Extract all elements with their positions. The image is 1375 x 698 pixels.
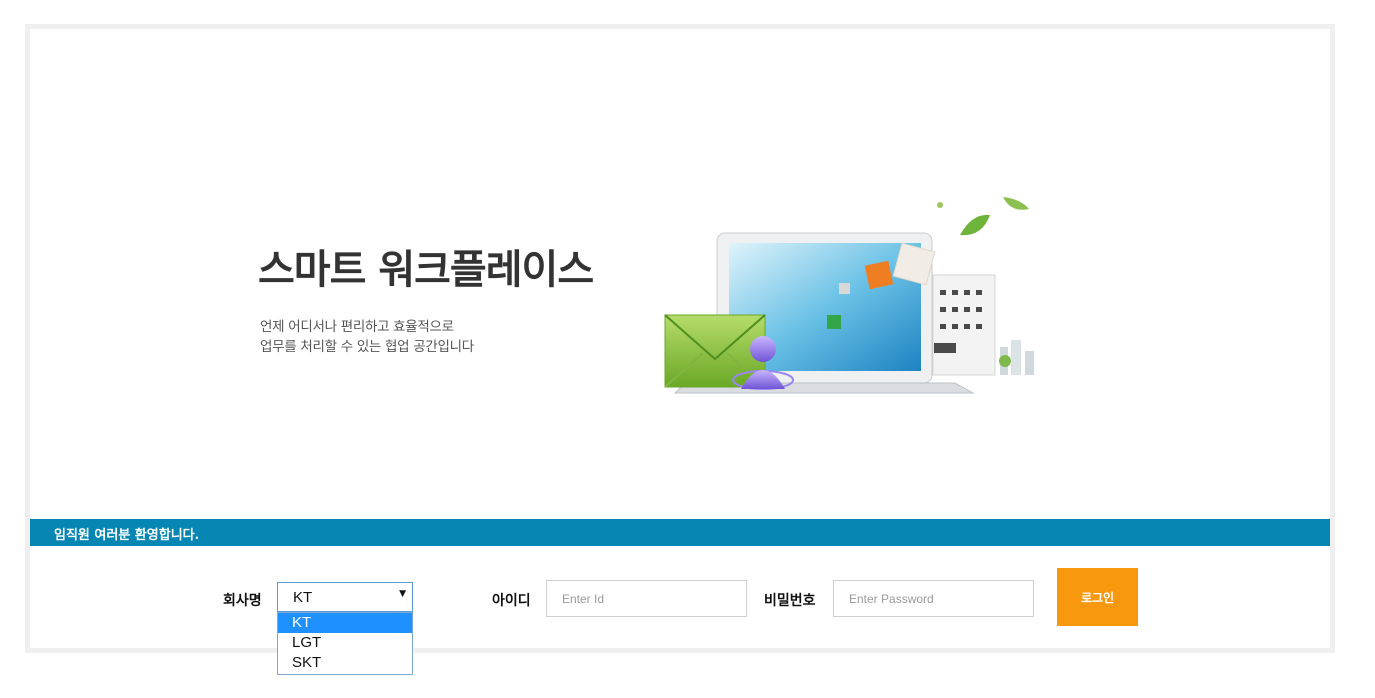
hero-subtitle-line-2: 업무를 처리할 수 있는 협업 공간입니다 [260, 339, 474, 355]
id-input[interactable] [546, 580, 747, 617]
company-select-value: KT [293, 589, 313, 606]
hero-illustration [664, 197, 1034, 394]
dropdown-arrow-icon: ▼ [399, 589, 406, 599]
leaf-icon [960, 214, 990, 236]
hero-subtitle: 언제 어디서나 편리하고 효율적으로 업무를 처리할 수 있는 협업 공간입니다 [260, 317, 474, 357]
id-label: 아이디 [492, 593, 531, 609]
password-input[interactable] [833, 580, 1034, 617]
user-icon [750, 336, 776, 362]
company-label: 회사명 [223, 593, 262, 609]
hero-subtitle-line-1: 언제 어디서나 편리하고 효율적으로 [260, 319, 454, 335]
company-option-kt[interactable]: KT [278, 613, 412, 633]
password-label: 비밀번호 [764, 593, 816, 609]
hero-title: 스마트 워크플레이스 [258, 247, 594, 293]
company-option-skt[interactable]: SKT [278, 653, 412, 673]
welcome-banner: 임직원 여러분 환영합니다. [30, 519, 1330, 546]
company-select[interactable]: KT ▼ [277, 582, 413, 612]
welcome-text: 임직원 여러분 환영합니다. [54, 528, 200, 543]
envelope-icon [664, 314, 766, 388]
company-option-lgt[interactable]: LGT [278, 633, 412, 653]
login-button[interactable]: 로그인 [1057, 568, 1138, 626]
cube-icon [864, 260, 894, 290]
leaf-icon [1003, 197, 1029, 210]
cube-icon [827, 315, 841, 329]
cube-icon [839, 283, 850, 294]
company-dropdown-list: KT LGT SKT [277, 612, 413, 675]
